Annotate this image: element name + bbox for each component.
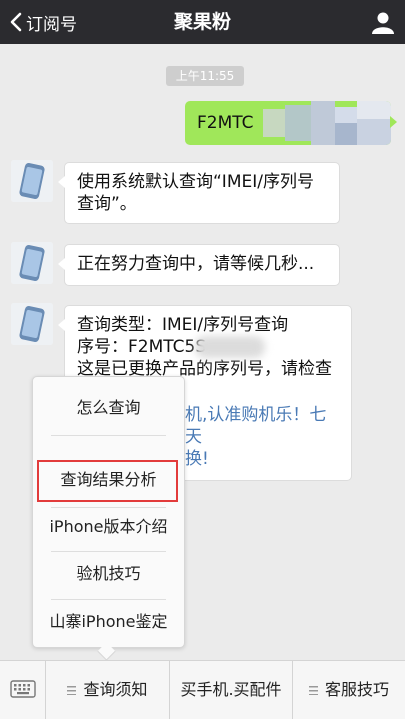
- incoming-message[interactable]: 使用系统默认查询“IMEI/序列号查询”。: [58, 162, 340, 224]
- tab-service-tips[interactable]: 客服技巧: [293, 661, 405, 719]
- outgoing-message-text: F2MTC: [197, 113, 254, 133]
- incoming-message[interactable]: 正在努力查询中，请等候几秒...: [58, 244, 340, 286]
- phone-avatar-icon: [11, 160, 53, 202]
- bottom-menu-bar: 查询须知 买手机.买配件 客服技巧: [0, 660, 405, 719]
- redacted-blur: [195, 336, 265, 358]
- incoming-message-text: 使用系统默认查询“IMEI/序列号查询”。: [77, 172, 314, 214]
- query-type-line: 查询类型：IMEI/序列号查询: [77, 315, 289, 335]
- tab-query-notice[interactable]: 查询须知: [46, 661, 170, 719]
- timestamp: 上午11:55: [166, 66, 244, 86]
- top-nav-bar: 订阅号 聚果粉: [0, 0, 405, 44]
- highlight-box: [37, 460, 178, 502]
- redacted-pixel-block: [263, 101, 391, 145]
- serial-number-line: 序号：F2MTC5S: [77, 337, 207, 357]
- person-icon[interactable]: [371, 10, 395, 34]
- outgoing-message[interactable]: F2MTC: [185, 101, 391, 145]
- phone-avatar-icon: [11, 303, 53, 345]
- page-title: 聚果粉: [173, 11, 231, 33]
- avatar[interactable]: [11, 303, 53, 345]
- keyboard-icon: [9, 680, 36, 698]
- tab-label: 客服技巧: [324, 680, 389, 699]
- keyboard-toggle-button[interactable]: [0, 661, 46, 719]
- avatar[interactable]: [11, 160, 53, 202]
- tab-label: 买手机.买配件: [180, 680, 282, 699]
- menu-item-how-to-query[interactable]: 怎么查询: [33, 385, 184, 431]
- incoming-message-text: 正在努力查询中，请等候几秒...: [77, 254, 315, 274]
- tab-buy-phone-accessories[interactable]: 买手机.买配件: [170, 661, 293, 719]
- menu-lines-icon: [67, 686, 77, 695]
- menu-lines-icon: [308, 686, 318, 695]
- menu-item-fake-iphone-check[interactable]: 山寨iPhone鉴定: [33, 599, 184, 645]
- outgoing-bubble-tail: [390, 116, 397, 128]
- promo-link-continued[interactable]: 换!: [185, 448, 339, 470]
- tab-label: 查询须知: [83, 680, 148, 699]
- phone-avatar-icon: [11, 242, 53, 284]
- menu-item-inspection-tips[interactable]: 验机技巧: [33, 551, 184, 597]
- menu-divider: [51, 435, 166, 436]
- popup-menu: 怎么查询 查询结果分析 iPhone版本介绍 验机技巧 山寨iPhone鉴定: [32, 376, 185, 648]
- avatar[interactable]: [11, 242, 53, 284]
- promo-link[interactable]: 机,认准购机乐！七天: [185, 404, 339, 448]
- menu-item-iphone-versions[interactable]: iPhone版本介绍: [33, 504, 184, 550]
